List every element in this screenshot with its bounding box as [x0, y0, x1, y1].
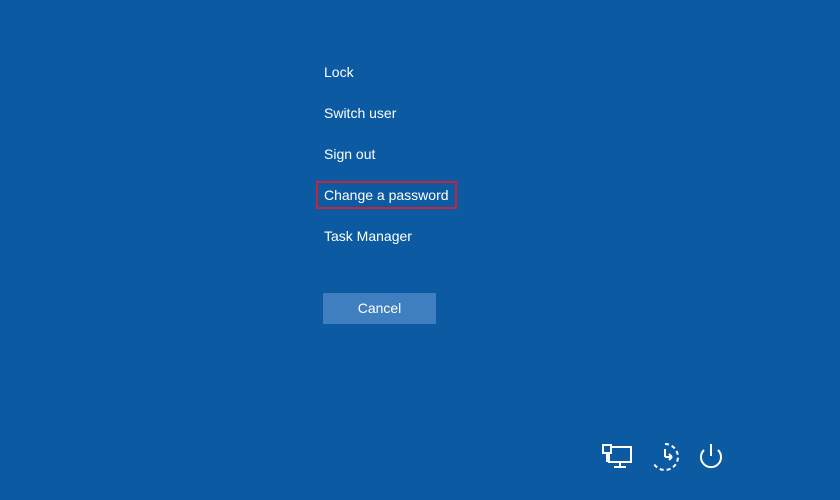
switch-user-option[interactable]: Switch user [316, 99, 404, 127]
sign-out-option[interactable]: Sign out [316, 140, 383, 168]
system-tray [600, 440, 730, 474]
task-manager-option[interactable]: Task Manager [316, 222, 420, 250]
lock-option[interactable]: Lock [316, 58, 362, 86]
network-icon[interactable] [600, 440, 634, 474]
security-options-screen: Lock Switch user Sign out Change a passw… [0, 0, 840, 500]
accessibility-icon[interactable] [648, 440, 682, 474]
power-icon[interactable] [694, 440, 728, 474]
change-password-option[interactable]: Change a password [316, 181, 457, 209]
cancel-button[interactable]: Cancel [323, 293, 436, 324]
